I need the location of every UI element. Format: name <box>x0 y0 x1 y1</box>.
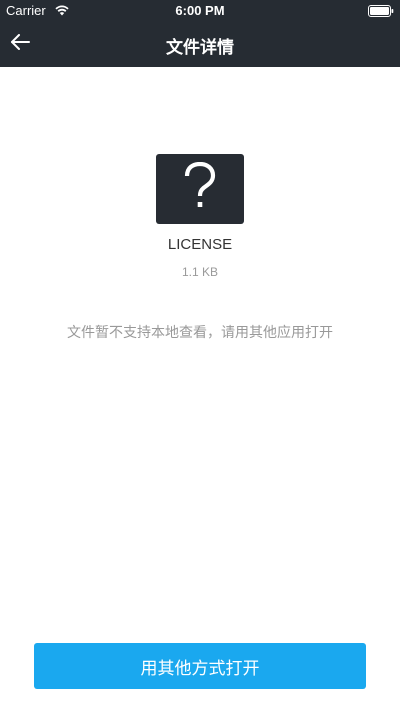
unsupported-message: 文件暂不支持本地查看，请用其他应用打开 <box>67 325 333 341</box>
page-title: 文件详情 <box>166 38 234 58</box>
file-size: 1.1 KB <box>181 265 219 279</box>
status-bar: Carrier 6:00 PM <box>0 0 400 22</box>
open-with-other-app-button[interactable]: 用其他方式打开 <box>34 643 366 689</box>
file-detail-screen: Carrier 6:00 PM 文件详情 LICENSE 1.1 KB 文件暂不… <box>0 0 400 711</box>
clock: 6:00 PM <box>175 3 225 18</box>
file-name: LICENSE <box>167 236 233 253</box>
header: Carrier 6:00 PM 文件详情 <box>0 0 400 67</box>
question-mark-icon <box>180 161 220 216</box>
battery-icon <box>368 5 394 17</box>
nav-bar: 文件详情 <box>0 22 400 67</box>
file-type-thumbnail <box>156 154 244 224</box>
